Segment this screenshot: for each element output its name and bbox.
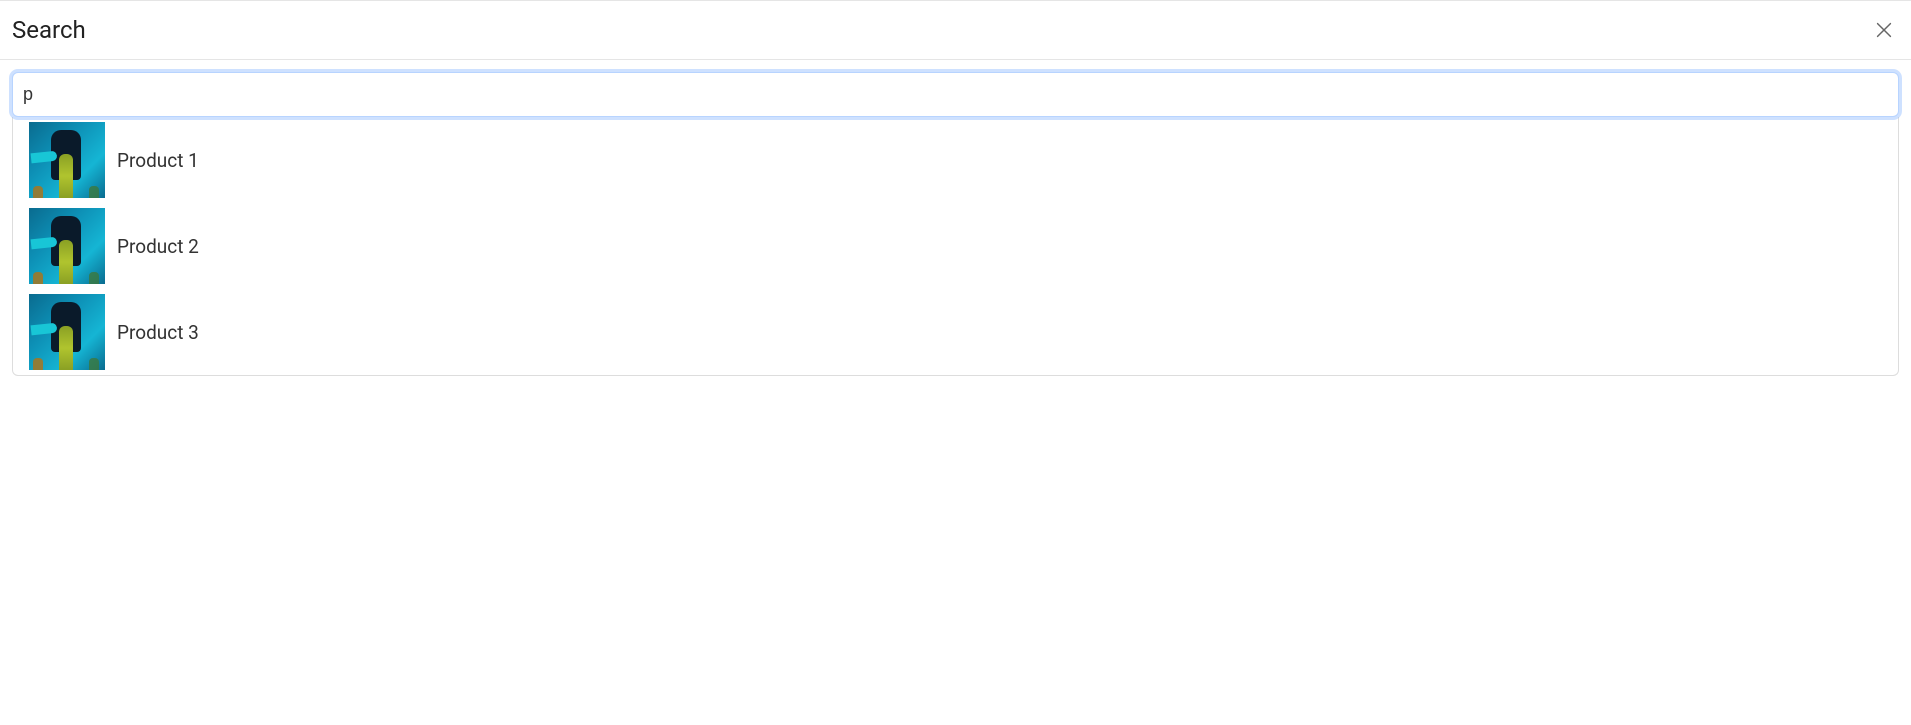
- result-item[interactable]: Product 2: [13, 203, 1898, 289]
- search-input[interactable]: [12, 72, 1899, 117]
- close-button[interactable]: [1869, 15, 1899, 45]
- result-label: Product 2: [117, 235, 199, 258]
- search-modal: Search Product 1 Product 2 Product 3: [0, 0, 1911, 376]
- search-section: [0, 60, 1911, 117]
- result-item[interactable]: Product 1: [13, 117, 1898, 203]
- search-results-dropdown: Product 1 Product 2 Product 3: [12, 117, 1899, 376]
- product-thumbnail: [29, 122, 105, 198]
- modal-title: Search: [12, 16, 86, 44]
- close-icon: [1873, 19, 1895, 41]
- product-thumbnail: [29, 208, 105, 284]
- product-thumbnail: [29, 294, 105, 370]
- result-item[interactable]: Product 3: [13, 289, 1898, 375]
- modal-header: Search: [0, 1, 1911, 60]
- result-label: Product 3: [117, 321, 199, 344]
- result-label: Product 1: [117, 149, 199, 172]
